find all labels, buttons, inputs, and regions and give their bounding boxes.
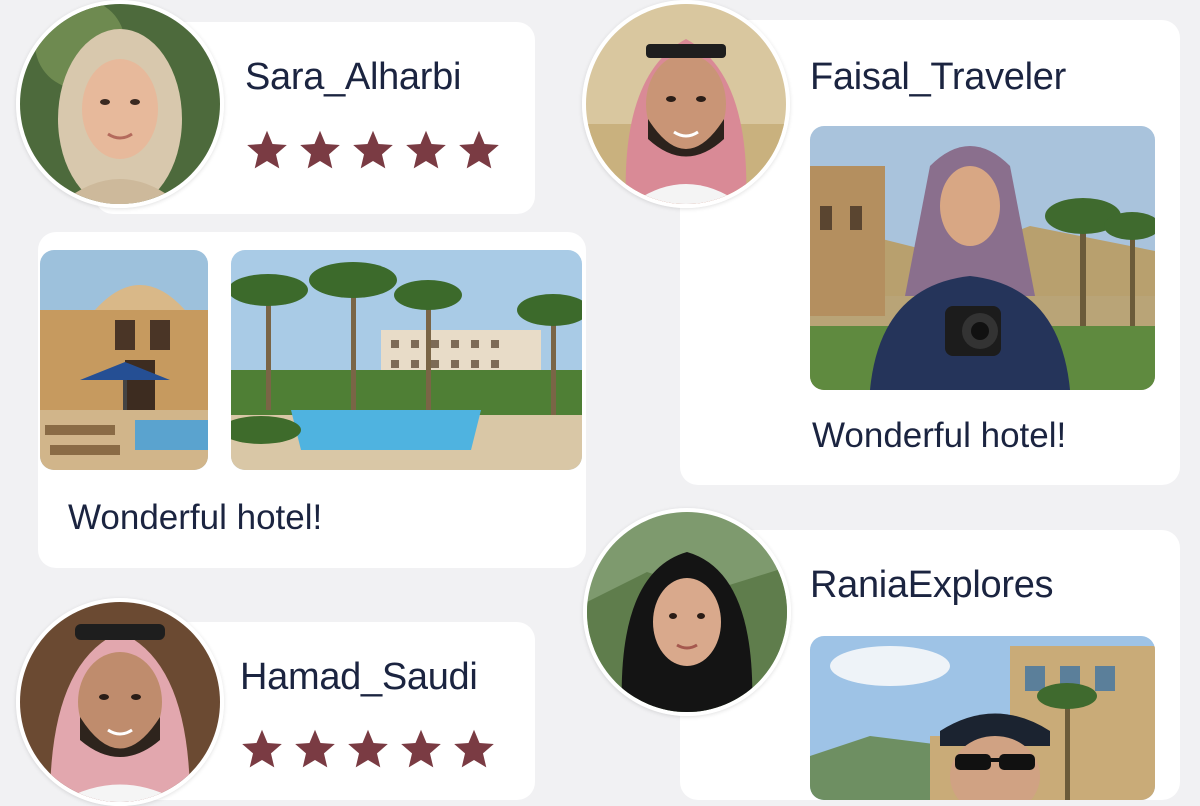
star-icon — [401, 729, 441, 768]
woman-with-camera-image — [810, 126, 1155, 390]
photo-hotel-pool[interactable] — [231, 250, 582, 470]
star-icon — [454, 729, 494, 768]
star-icon — [242, 729, 282, 768]
woman-hijab-icon — [20, 4, 220, 204]
username-rania[interactable]: RaniaExplores — [810, 564, 1054, 607]
woman-black-hijab-icon — [587, 512, 787, 712]
rating-stars-sara — [245, 128, 501, 172]
photo-man-sunglasses[interactable] — [810, 636, 1155, 800]
photo-woman-with-camera[interactable] — [810, 126, 1155, 390]
star-icon — [348, 729, 388, 768]
man-shemagh-icon — [20, 602, 220, 802]
username-sara[interactable]: Sara_Alharbi — [245, 56, 461, 99]
star-icon — [247, 130, 287, 169]
star-icon — [300, 130, 340, 169]
man-sunglasses-hotel-image — [810, 636, 1155, 800]
username-hamad[interactable]: Hamad_Saudi — [240, 656, 478, 699]
hotel-building-image — [40, 250, 208, 470]
star-icon — [406, 130, 446, 169]
star-icon — [459, 130, 499, 169]
man-shemagh-icon — [586, 4, 786, 204]
avatar-hamad[interactable] — [16, 598, 224, 806]
avatar-faisal[interactable] — [582, 0, 790, 208]
star-icon — [295, 729, 335, 768]
username-faisal[interactable]: Faisal_Traveler — [810, 56, 1066, 99]
review-text-hotel: Wonderful hotel! — [68, 498, 323, 537]
hotel-pool-palms-image — [231, 250, 582, 470]
avatar-sara[interactable] — [16, 0, 224, 208]
avatar-rania[interactable] — [583, 508, 791, 716]
photo-hotel-building[interactable] — [40, 250, 208, 470]
star-icon — [353, 130, 393, 169]
review-text-faisal: Wonderful hotel! — [812, 416, 1067, 455]
rating-stars-hamad — [240, 727, 496, 771]
